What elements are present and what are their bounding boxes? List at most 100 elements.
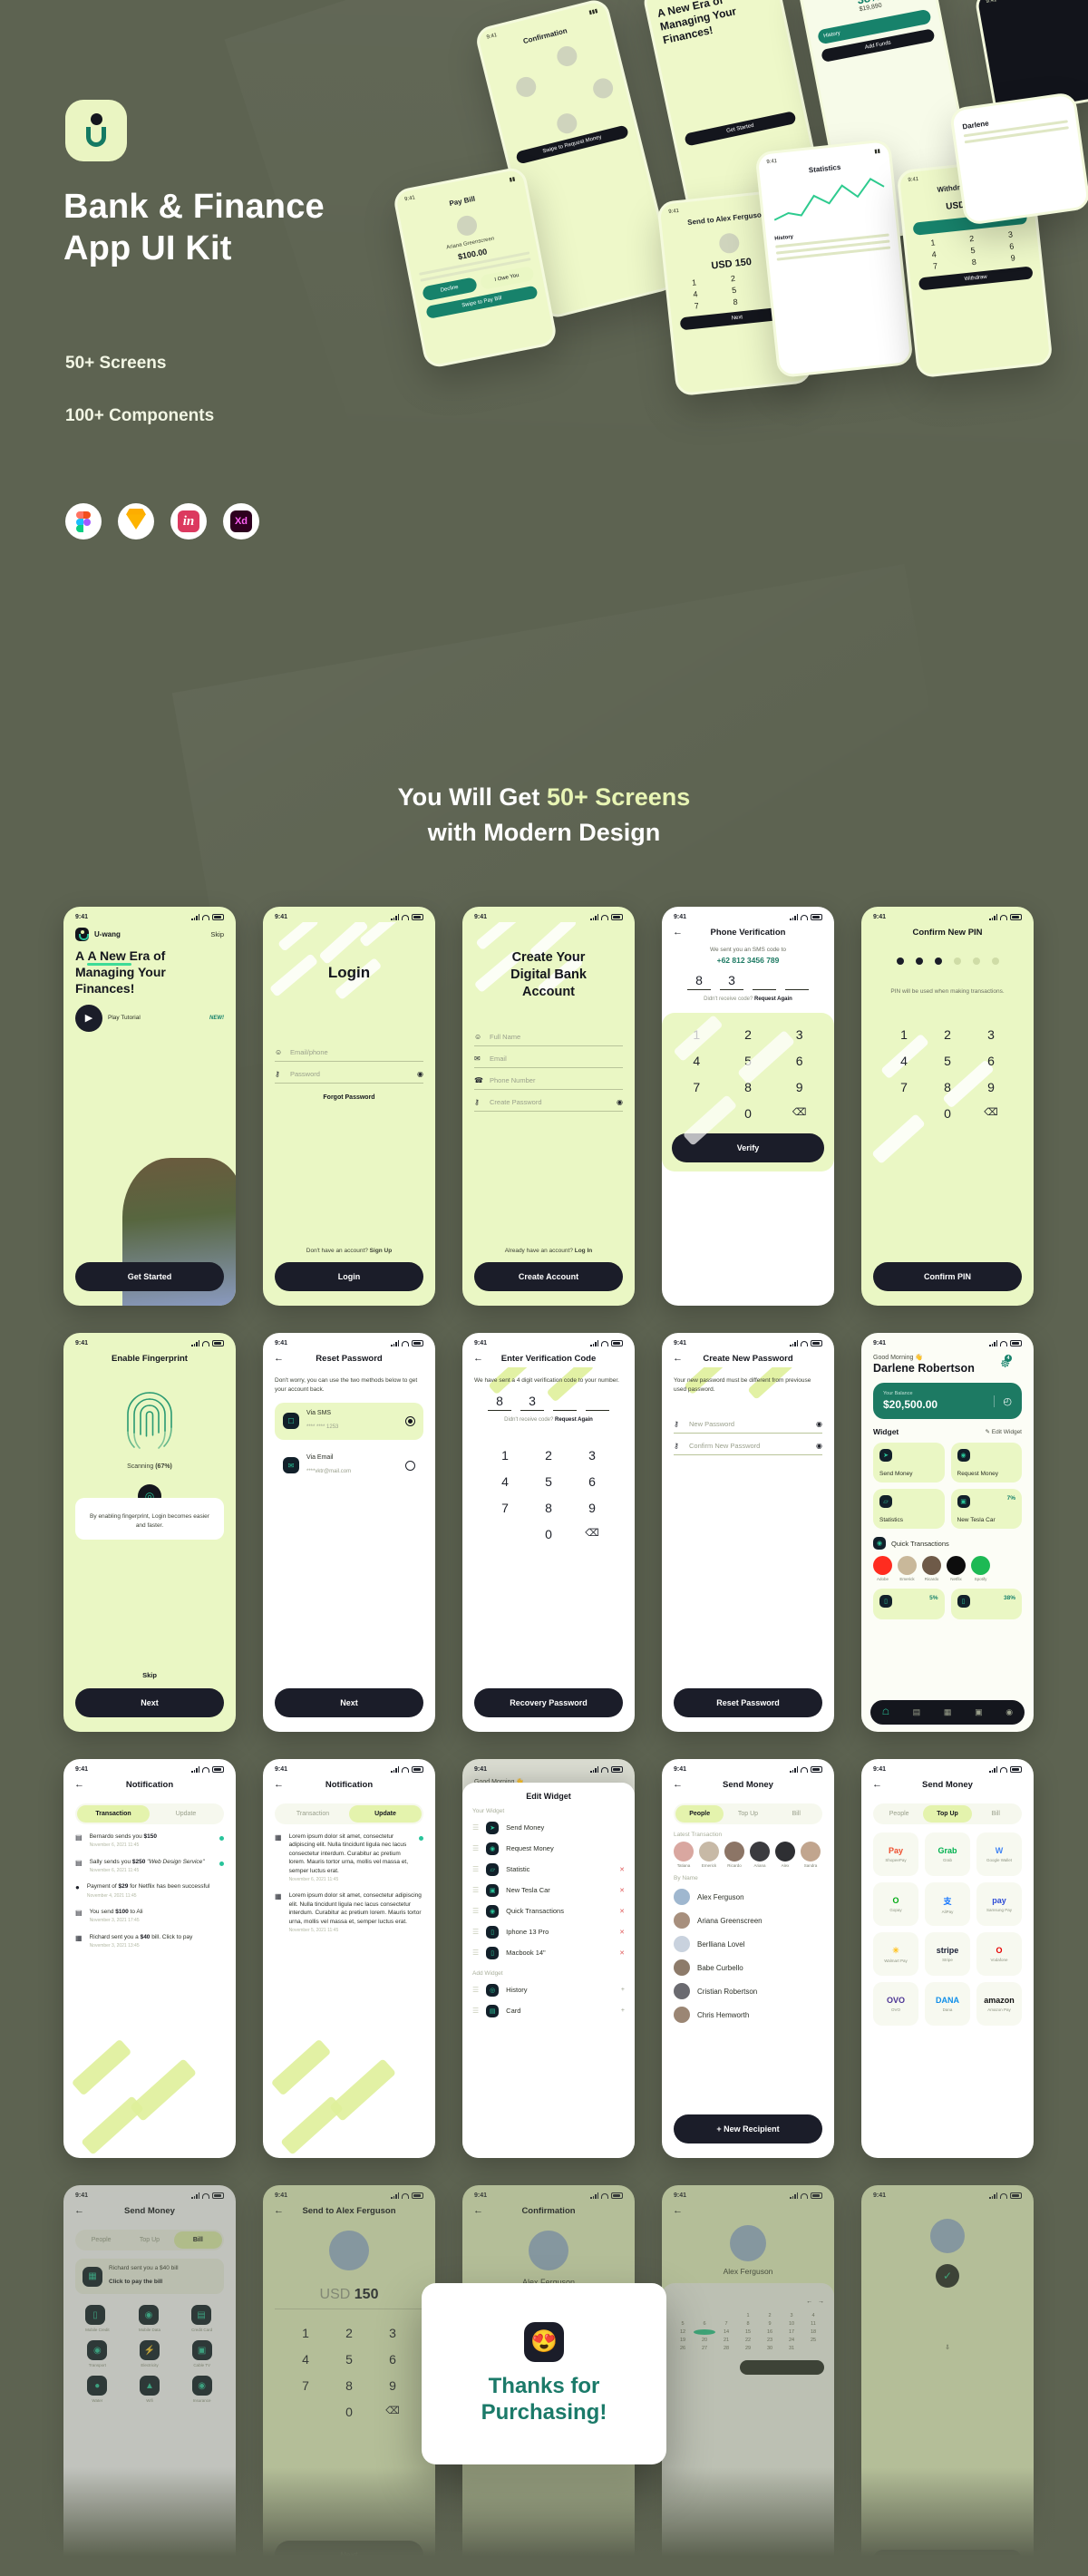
confirm-pin-button[interactable]: Confirm PIN	[873, 1262, 1022, 1291]
widget-extra-1[interactable]: ▯ 5%	[873, 1589, 945, 1619]
notification-item[interactable]: ▤ You send $100 to Ali November 3, 2021 …	[75, 1908, 224, 1925]
key-7[interactable]: 7	[882, 1080, 926, 1094]
edit-widget-button[interactable]: ✎ Edit Widget	[985, 1428, 1022, 1435]
remove-icon[interactable]: ✕	[619, 1949, 625, 1957]
provider-gopay[interactable]: O Gopay	[873, 1882, 918, 1926]
tab-transaction[interactable]: Transaction	[77, 1805, 150, 1823]
back-icon[interactable]: ←	[274, 1354, 284, 1364]
widget-row[interactable]: ☰ ◉ Request Money	[472, 1838, 625, 1859]
bill-credit-card[interactable]: ▤ Credit Card	[191, 2305, 212, 2332]
back-icon[interactable]: ←	[473, 2206, 483, 2216]
tab-home-icon[interactable]: ☖	[882, 1707, 889, 1717]
screen-reset-password[interactable]: 9:41 ← Reset Password Don't worry, you c…	[263, 1333, 435, 1732]
drag-handle-icon[interactable]: ☰	[472, 1949, 479, 1957]
code-digit-2[interactable]: 3	[720, 973, 743, 990]
code-digit-4[interactable]	[586, 1394, 609, 1412]
screen-dashboard[interactable]: 9:41 Good Morning 👋 Darlene Robertson ☸ 4…	[861, 1333, 1034, 1732]
add-icon[interactable]: +	[621, 2007, 625, 2014]
recipient-row[interactable]: Alex Ferguson	[674, 1885, 822, 1909]
key-2[interactable]: 2	[527, 1448, 570, 1463]
bill-note[interactable]: ▦ Richard sent you a $40 bill Click to p…	[75, 2259, 224, 2294]
person-chip[interactable]: Emerick	[699, 1842, 719, 1868]
code-digit-2[interactable]: 3	[520, 1394, 544, 1412]
drag-handle-icon[interactable]: ☰	[472, 1886, 479, 1894]
drag-handle-icon[interactable]: ☰	[472, 1928, 479, 1936]
confirm-password-field[interactable]: ⚷ Confirm New Password ◉	[674, 1434, 822, 1455]
tab-topup[interactable]: Top Up	[125, 2231, 173, 2249]
quick-item[interactable]: Adobe	[873, 1556, 892, 1581]
login-button[interactable]: Login	[275, 1262, 423, 1291]
tab-bill[interactable]: Bill	[972, 1805, 1020, 1823]
skip-button[interactable]: Skip	[75, 1671, 224, 1679]
radio-sms[interactable]	[405, 1415, 415, 1426]
widget-statistics[interactable]: ▱ Statistics	[873, 1489, 945, 1529]
key-4[interactable]: 4	[882, 1054, 926, 1068]
done-button[interactable]	[739, 2360, 824, 2375]
person-chip[interactable]: Ricardo	[724, 1842, 744, 1868]
quick-item[interactable]: Spotify	[971, 1556, 990, 1581]
person-chip[interactable]: Tatiana	[674, 1842, 694, 1868]
key-1[interactable]: 1	[284, 2326, 327, 2340]
drag-handle-icon[interactable]: ☰	[472, 1844, 479, 1852]
code-digit-4[interactable]	[785, 973, 809, 990]
get-started-button[interactable]: Get Started	[75, 1262, 224, 1291]
key-4[interactable]: 4	[284, 2352, 327, 2367]
key-9[interactable]: 9	[773, 1080, 825, 1094]
tab-wallet-icon[interactable]: ▣	[975, 1707, 983, 1717]
key-6[interactable]: 6	[570, 1474, 614, 1489]
play-tutorial-button[interactable]: ▶	[75, 1004, 102, 1032]
key-2[interactable]: 2	[327, 2326, 371, 2340]
provider-dana[interactable]: DANA Dana	[925, 1982, 970, 2026]
remove-icon[interactable]: ✕	[619, 1887, 625, 1894]
notification-item[interactable]: ▤ Sally sends you $250 "Web Design Servi…	[75, 1858, 224, 1875]
widget-row[interactable]: ☰ ◉ Quick Transactions ✕	[472, 1900, 625, 1921]
widget-row[interactable]: ☰ ◎ History +	[472, 1979, 625, 2000]
key-0[interactable]: 0	[327, 2405, 371, 2419]
password-field[interactable]: ⚷ Password ◉	[275, 1062, 423, 1084]
code-input[interactable]: 8 3	[674, 973, 822, 990]
drag-handle-icon[interactable]: ☰	[472, 1865, 479, 1873]
key-7[interactable]: 7	[671, 1080, 723, 1094]
calendar-grid[interactable]: 1234 5 6 7 8 9 10 11 12 14 15 16 17 18 19 20 21 22 23 24…	[672, 2310, 824, 2351]
eye-icon[interactable]: ◉	[816, 1420, 822, 1428]
bill-electricity[interactable]: ⚡ Electricity	[139, 2340, 160, 2367]
fullname-field[interactable]: ☺ Full Name	[474, 1025, 623, 1046]
tab-card-icon[interactable]: ▤	[913, 1707, 921, 1717]
email-field[interactable]: ☺ Email/phone	[275, 1040, 423, 1062]
code-digit-1[interactable]: 8	[687, 973, 711, 990]
provider-ovo[interactable]: OVO OVO	[873, 1982, 918, 2026]
email-field[interactable]: ✉ Email	[474, 1046, 623, 1068]
person-chip[interactable]: Ariana	[750, 1842, 770, 1868]
remove-icon[interactable]: ✕	[619, 1908, 625, 1915]
radio-email[interactable]	[405, 1460, 415, 1471]
history-icon[interactable]: ◴	[994, 1395, 1012, 1407]
back-icon[interactable]: ←	[673, 928, 683, 938]
key-9[interactable]: 9	[570, 1501, 614, 1515]
numeric-keypad[interactable]: 1 2 3 4 5 6 7 8 9 0 ⌫	[474, 1439, 623, 1547]
backspace-icon[interactable]: ⌫	[969, 1106, 1013, 1121]
tab-update[interactable]: Update	[150, 1805, 222, 1823]
person-chip[interactable]: Alex	[775, 1842, 795, 1868]
key-9[interactable]: 9	[371, 2378, 414, 2393]
create-account-button[interactable]: Create Account	[474, 1262, 623, 1291]
key-1[interactable]: 1	[882, 1027, 926, 1042]
prev-month-icon[interactable]: ←	[806, 2299, 812, 2305]
key-2[interactable]: 2	[723, 1027, 774, 1042]
key-3[interactable]: 3	[371, 2326, 414, 2340]
screen-edit-widget[interactable]: 9:41 Good Morning 👋 Darlene Robertson Ed…	[462, 1759, 635, 2158]
method-email[interactable]: ✉ Via Email ****vktr@mail.com	[275, 1447, 423, 1484]
provider-vodafone[interactable]: O Vodafone	[976, 1932, 1022, 1976]
provider-shopeepay[interactable]: Pay ShopeePay	[873, 1832, 918, 1876]
key-5[interactable]: 5	[327, 2352, 371, 2367]
screen-enable-fingerprint[interactable]: 9:41 Enable Fingerprint Scanning (67%) ◎…	[63, 1333, 236, 1732]
provider-stripe[interactable]: stripe Stripe	[925, 1932, 970, 1976]
request-again-link[interactable]: Request Again	[555, 1417, 593, 1423]
key-3[interactable]: 3	[773, 1027, 825, 1042]
key-5[interactable]: 5	[926, 1054, 969, 1068]
send-money-tabs[interactable]: People Top Up Bill	[674, 1803, 822, 1824]
drag-handle-icon[interactable]: ☰	[472, 2007, 479, 2015]
quick-item[interactable]: Emerick	[898, 1556, 917, 1581]
next-button[interactable]: Next	[275, 1688, 423, 1717]
notification-item[interactable]: ▤ Bernardo sends you $150 November 6, 20…	[75, 1832, 224, 1850]
key-4[interactable]: 4	[671, 1054, 723, 1068]
